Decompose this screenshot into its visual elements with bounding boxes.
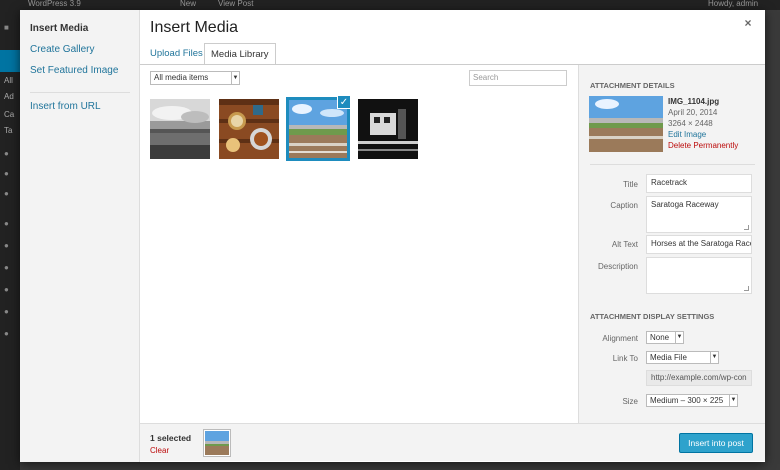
media-thumbnail-2[interactable] xyxy=(219,99,279,159)
title-field[interactable]: Racetrack xyxy=(646,174,752,193)
alignment-label: Alignment xyxy=(602,334,638,343)
caption-field[interactable]: Saratoga Raceway xyxy=(646,196,752,233)
caption-label: Caption xyxy=(610,201,638,210)
plugins-icon[interactable]: ● xyxy=(4,242,14,250)
chevron-down-icon: ▼ xyxy=(231,72,239,84)
media-thumbnail-4[interactable] xyxy=(358,99,418,159)
tools-icon[interactable]: ● xyxy=(4,286,14,294)
insert-into-post-button[interactable]: Insert into post xyxy=(679,433,753,453)
description-label: Description xyxy=(597,262,638,271)
admin-sidebar: ■ All Ad Ca Ta ● ● ● ● ● ● ● ● ● xyxy=(0,10,20,470)
menu-insert-media[interactable]: Insert Media xyxy=(30,23,88,34)
display-settings-heading: ATTACHMENT DISPLAY SETTINGS xyxy=(590,312,715,321)
sidebar-letter-4[interactable]: Ta xyxy=(4,126,12,135)
size-select[interactable]: Medium – 300 × 225 ▼ xyxy=(646,394,738,407)
menu-set-featured-image[interactable]: Set Featured Image xyxy=(30,65,118,76)
attachment-date: April 20, 2014 xyxy=(668,108,718,117)
title-label: Title xyxy=(623,180,638,189)
alignment-value: None xyxy=(650,333,670,342)
menu-create-gallery[interactable]: Create Gallery xyxy=(30,44,94,55)
media-toolbar xyxy=(140,423,765,461)
close-icon[interactable]: × xyxy=(741,15,755,31)
tab-upload-files[interactable]: Upload Files xyxy=(144,43,209,65)
clear-selection-link[interactable]: Clear xyxy=(150,446,169,455)
chevron-down-icon: ▼ xyxy=(675,332,683,343)
admin-bar: WordPress 3.9 New View Post Howdy, admin xyxy=(0,0,780,10)
alignment-select[interactable]: None ▼ xyxy=(646,331,684,344)
sidebar-letter-1[interactable]: All xyxy=(4,76,13,85)
delete-permanently-link[interactable]: Delete Permanently xyxy=(668,141,738,150)
dashboard-icon[interactable]: ■ xyxy=(4,24,14,32)
size-label: Size xyxy=(622,397,638,406)
size-value: Medium – 300 × 225 xyxy=(650,396,724,405)
attachment-preview xyxy=(589,96,663,152)
resize-handle-icon[interactable] xyxy=(744,286,749,291)
modal-title: Insert Media xyxy=(150,19,239,36)
sidebar-letter-2[interactable]: Ad xyxy=(4,92,14,101)
settings-icon[interactable]: ● xyxy=(4,308,14,316)
menu-insert-from-url[interactable]: Insert from URL xyxy=(30,101,101,112)
details-divider xyxy=(590,164,755,165)
posts-menu-active[interactable] xyxy=(0,50,20,72)
tab-media-library[interactable]: Media Library xyxy=(204,43,276,65)
chevron-down-icon: ▼ xyxy=(729,395,737,406)
new-link[interactable]: New xyxy=(180,0,196,8)
chevron-down-icon: ▼ xyxy=(710,352,718,363)
check-icon[interactable]: ✓ xyxy=(337,95,351,109)
media-menu xyxy=(20,10,140,462)
attachment-dimensions: 3264 × 2448 xyxy=(668,119,713,128)
selection-count: 1 selected xyxy=(150,433,192,443)
attachment-filename: IMG_1104.jpg xyxy=(668,97,720,106)
resize-handle-icon[interactable] xyxy=(744,225,749,230)
media-thumbnail-1[interactable] xyxy=(150,99,210,159)
alt-text-label: Alt Text xyxy=(611,240,638,249)
attachment-details-heading: ATTACHMENT DETAILS xyxy=(590,81,675,90)
link-to-select[interactable]: Media File ▼ xyxy=(646,351,719,364)
link-to-value: Media File xyxy=(650,353,687,362)
media-filter-select[interactable]: All media items ▼ xyxy=(150,71,240,85)
media-icon[interactable]: ● xyxy=(4,150,14,158)
comments-icon[interactable]: ● xyxy=(4,190,14,198)
description-field[interactable] xyxy=(646,257,752,294)
sidebar-letter-3[interactable]: Ca xyxy=(4,110,14,119)
selection-thumbnail[interactable] xyxy=(203,429,231,457)
appearance-icon[interactable]: ● xyxy=(4,220,14,228)
collapse-icon[interactable]: ● xyxy=(4,330,14,338)
greeting[interactable]: Howdy, admin xyxy=(708,0,758,8)
caption-value: Saratoga Raceway xyxy=(651,200,719,209)
view-post-link[interactable]: View Post xyxy=(218,0,253,8)
search-input[interactable]: Search xyxy=(469,70,567,86)
users-icon[interactable]: ● xyxy=(4,264,14,272)
alt-text-field[interactable]: Horses at the Saratoga Race xyxy=(646,235,752,254)
media-filter-value: All media items xyxy=(154,73,209,82)
edit-image-link[interactable]: Edit Image xyxy=(668,130,706,139)
pages-icon[interactable]: ● xyxy=(4,170,14,178)
site-title[interactable]: WordPress 3.9 xyxy=(28,0,81,8)
menu-divider xyxy=(30,92,130,93)
link-url-field[interactable]: http://example.com/wp-con xyxy=(646,370,752,386)
link-to-label: Link To xyxy=(612,354,638,363)
